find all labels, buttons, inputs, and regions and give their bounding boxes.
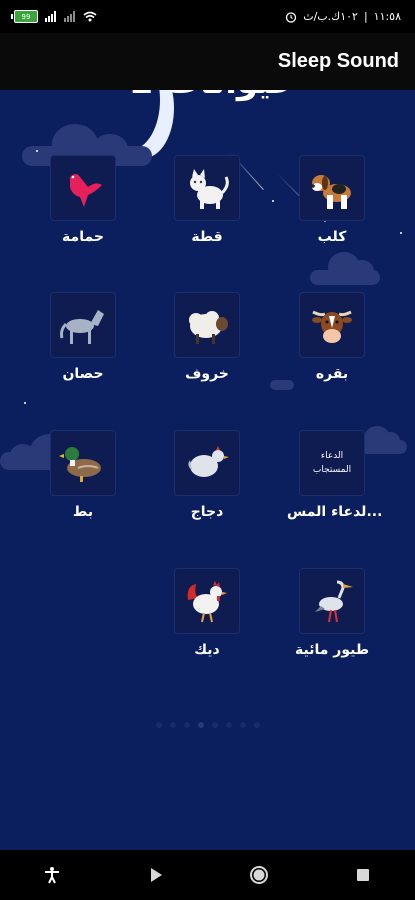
home-icon <box>250 866 269 884</box>
duck-icon <box>59 447 101 482</box>
app-title: Sleep Sound <box>277 50 399 72</box>
app-bar: Sleep Sound <box>0 33 415 90</box>
back-button[interactable] <box>136 855 176 895</box>
animal-grid-screen: حيوانات 2 كلب <box>0 90 415 850</box>
tile-icon-box <box>299 155 365 221</box>
chicken-icon <box>188 446 229 477</box>
tile-icon-box <box>50 292 116 358</box>
star-icon <box>36 150 38 152</box>
recents-button[interactable] <box>343 855 383 895</box>
cow-icon <box>312 310 352 343</box>
tile-icon-box: الدعاء المستجاب <box>299 430 365 496</box>
star-icon <box>400 232 402 234</box>
dua-card-line: المستجاب <box>312 465 352 475</box>
page-dot[interactable] <box>253 722 260 728</box>
tile-icon-box <box>174 292 240 358</box>
tile-cow[interactable]: بقره <box>287 292 377 382</box>
heron-icon <box>315 580 353 623</box>
system-nav-bar <box>0 850 415 900</box>
accessibility-icon <box>44 867 59 884</box>
star-icon <box>272 200 274 202</box>
tile-label: ديك <box>194 642 220 658</box>
cat-icon <box>190 169 229 209</box>
tile-icon-box <box>174 568 240 634</box>
tile-icon-box <box>50 430 116 496</box>
accessibility-button[interactable] <box>32 855 72 895</box>
tile-icon-box <box>299 292 365 358</box>
network-speed: ١٠٢ك.ب/ث <box>303 10 358 23</box>
tile-cat[interactable]: قطة <box>162 155 252 245</box>
tile-dog[interactable]: كلب <box>287 155 377 245</box>
horse-icon <box>60 310 104 344</box>
tile-icon-box <box>174 430 240 496</box>
page-dot[interactable] <box>211 722 218 728</box>
tile-label: خروف <box>185 366 229 382</box>
page-dot[interactable] <box>225 722 232 728</box>
tile-label: دجاج <box>190 504 224 520</box>
wifi-icon <box>83 11 97 22</box>
status-info: ١٠٢ك.ب/ث | ١١:٥٨ <box>285 10 401 23</box>
status-bar: 99 ١٠٢ك.ب/ث | ١١:٥٨ <box>0 0 415 33</box>
tile-duck[interactable]: بط <box>38 430 128 520</box>
tile-dua[interactable]: الدعاء المستجاب لدعاء المس... <box>287 430 383 520</box>
tile-horse[interactable]: حصان <box>38 292 128 382</box>
star-icon <box>24 402 26 404</box>
page-dot[interactable] <box>183 722 190 728</box>
tile-icon-box <box>174 155 240 221</box>
tile-label: حمامة <box>62 229 104 245</box>
tile-chicken[interactable]: دجاج <box>162 430 252 520</box>
tile-label: طيور مائية <box>295 642 369 658</box>
tile-label: بقره <box>315 366 349 382</box>
status-separator: | <box>363 10 368 23</box>
signal-icon <box>64 11 76 22</box>
tile-label: قطة <box>191 229 223 245</box>
tile-sheep[interactable]: خروف <box>162 292 252 382</box>
dog-icon <box>311 175 351 209</box>
battery-icon: 99 <box>11 10 38 23</box>
clock: ١١:٥٨ <box>373 10 401 23</box>
dua-card-icon: الدعاء المستجاب <box>313 449 351 477</box>
page-dot-active[interactable] <box>197 722 204 728</box>
tile-label: كلب <box>317 229 347 245</box>
dove-icon <box>70 174 102 207</box>
sheep-icon <box>189 311 228 344</box>
cloud-icon <box>310 252 380 285</box>
tile-label: بط <box>72 504 94 520</box>
status-icons: 99 <box>11 10 97 23</box>
page-dot[interactable] <box>155 722 162 728</box>
back-icon <box>150 868 162 882</box>
alarm-icon <box>286 11 297 23</box>
page-dot[interactable] <box>169 722 176 728</box>
tile-dove[interactable]: حمامة <box>38 155 128 245</box>
page-header: حيوانات 2 <box>130 90 297 102</box>
page-indicator <box>0 722 415 728</box>
rooster-icon <box>187 581 227 623</box>
tile-icon-box <box>299 568 365 634</box>
recents-icon <box>357 869 370 881</box>
tile-label: لدعاء المس... <box>287 504 383 520</box>
tile-icon-box <box>50 155 116 221</box>
tile-rooster[interactable]: ديك <box>162 568 252 658</box>
signal-icon <box>45 11 57 22</box>
dua-card-line: الدعاء <box>320 451 344 461</box>
tile-heron[interactable]: طيور مائية <box>287 568 377 658</box>
home-button[interactable] <box>239 855 279 895</box>
page-dot[interactable] <box>239 722 246 728</box>
tile-label: حصان <box>62 366 104 382</box>
